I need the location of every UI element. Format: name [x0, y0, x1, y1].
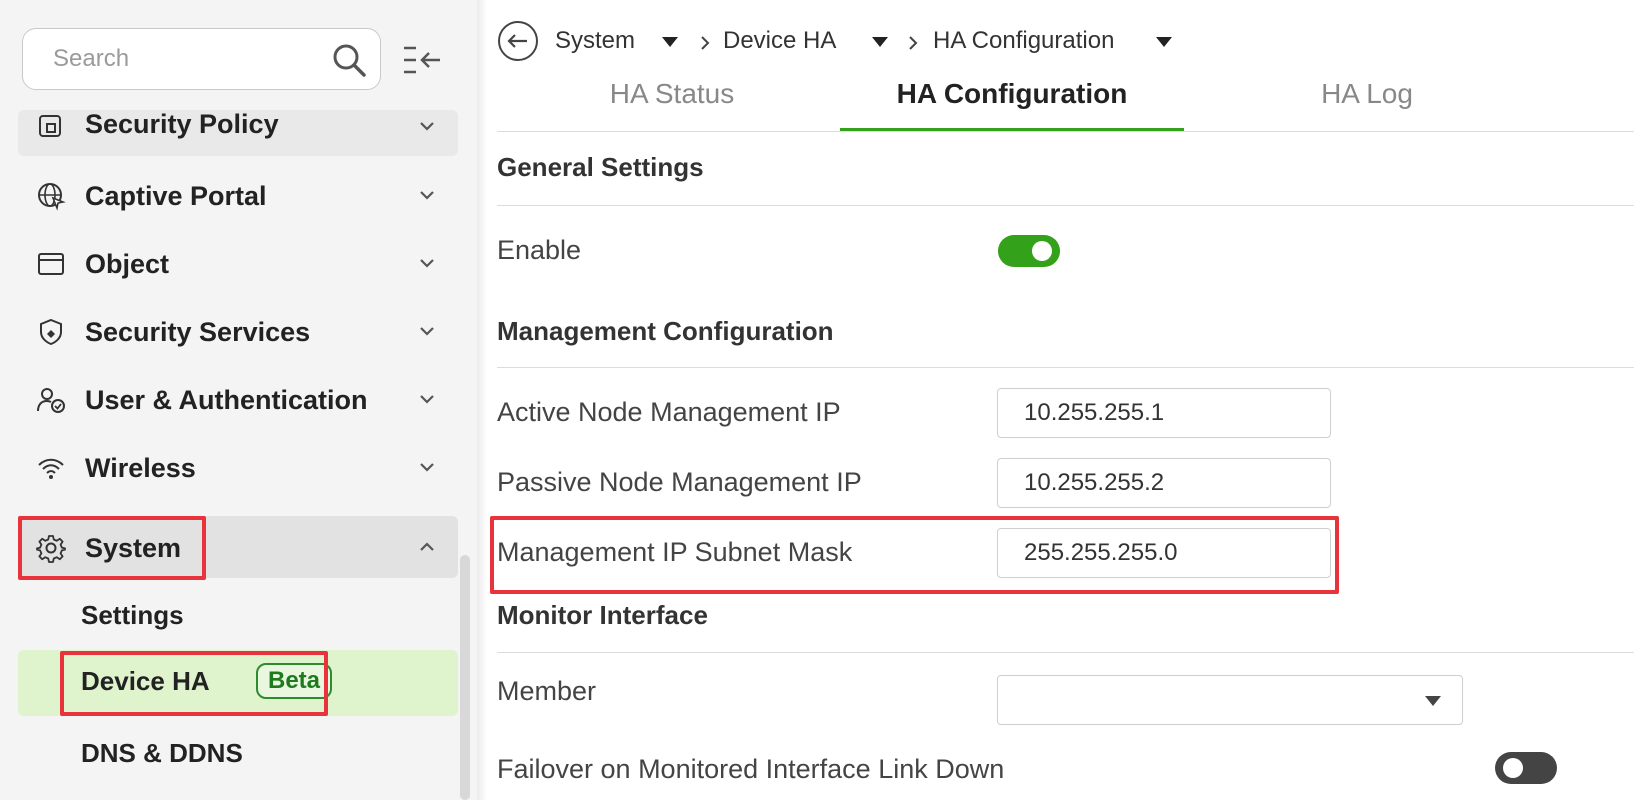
sidebar-item-user-authentication[interactable]: User & Authentication — [18, 370, 458, 428]
tab-ha-configuration[interactable]: HA Configuration — [840, 76, 1184, 132]
shield-icon — [40, 318, 62, 346]
toggle-knob — [1503, 758, 1523, 778]
chevron-right-icon — [701, 36, 710, 50]
sidebar-subitem-label: DNS & DDNS — [81, 738, 243, 768]
sidebar-shadow — [477, 0, 487, 800]
search-icon[interactable] — [330, 41, 368, 79]
main-content: System Device HA HA Configuration HA Sta… — [487, 0, 1634, 800]
section-title-general-settings: General Settings — [497, 152, 704, 182]
sidebar-subitem-dns-ddns[interactable]: DNS & DDNS — [18, 720, 458, 786]
chevron-down-icon — [420, 122, 434, 131]
member-select[interactable] — [997, 675, 1463, 725]
section-title-monitor-interface: Monitor Interface — [497, 600, 708, 630]
caret-down-icon[interactable] — [1155, 36, 1173, 48]
breadcrumb-system[interactable]: System — [555, 27, 635, 55]
sidebar-item-label: System — [85, 533, 182, 563]
chevron-down-icon — [420, 463, 434, 472]
section-divider — [497, 205, 1634, 206]
search-box[interactable] — [22, 28, 381, 90]
sidebar-item-label: User & Authentication — [85, 385, 368, 415]
sidebar-subitem-label: Device HA — [81, 666, 210, 696]
gear-icon — [36, 535, 66, 563]
sidebar-item-security-services[interactable]: Security Services — [18, 302, 458, 360]
caret-down-icon — [1425, 696, 1441, 706]
user-icon — [37, 388, 65, 413]
chevron-down-icon — [420, 259, 434, 268]
section-divider — [497, 652, 1634, 653]
sidebar-item-label: Captive Portal — [85, 181, 267, 211]
sidebar-scrollbar[interactable] — [460, 555, 470, 800]
sidebar-item-system[interactable]: System — [18, 516, 458, 578]
sidebar-subitem-settings[interactable]: Settings — [18, 581, 458, 647]
security-policy-icon — [39, 115, 61, 137]
sidebar-subitem-label: Settings — [81, 600, 184, 630]
passive-ip-label: Passive Node Management IP — [497, 467, 862, 497]
wifi-icon — [38, 458, 64, 479]
chevron-right-icon — [909, 36, 918, 50]
subnet-mask-input[interactable] — [997, 528, 1331, 578]
tabs-divider — [497, 131, 1634, 132]
object-icon — [38, 253, 64, 275]
failover-toggle[interactable] — [1495, 752, 1557, 784]
section-divider — [497, 367, 1634, 368]
tab-ha-log[interactable]: HA Log — [1247, 76, 1487, 132]
active-ip-input[interactable] — [997, 388, 1331, 438]
beta-badge: Beta — [256, 663, 333, 699]
active-ip-label: Active Node Management IP — [497, 397, 841, 427]
subnet-mask-label: Management IP Subnet Mask — [497, 537, 853, 567]
sidebar-item-label: Wireless — [85, 453, 196, 483]
sidebar-item-label: Security Services — [85, 317, 311, 347]
failover-label: Failover on Monitored Interface Link Dow… — [497, 754, 1005, 784]
chevron-up-icon — [420, 542, 434, 551]
tab-ha-status[interactable]: HA Status — [557, 76, 787, 132]
chevron-down-icon — [420, 327, 434, 336]
search-input[interactable] — [53, 45, 333, 73]
sidebar-item-security-policy[interactable]: Security Policy — [18, 110, 458, 156]
sidebar-item-label: Object — [85, 249, 170, 279]
captive-portal-icon — [38, 183, 66, 211]
enable-label: Enable — [497, 235, 582, 265]
chevron-down-icon — [420, 395, 434, 404]
collapse-sidebar-icon[interactable] — [402, 42, 442, 78]
caret-down-icon[interactable] — [871, 36, 889, 48]
section-title-management-configuration: Management Configuration — [497, 316, 834, 346]
chevron-down-icon — [420, 191, 434, 200]
sidebar-item-wireless[interactable]: Wireless — [18, 438, 458, 496]
enable-toggle[interactable] — [998, 235, 1060, 267]
toggle-knob — [1032, 241, 1052, 261]
member-label: Member — [497, 676, 597, 706]
passive-ip-input[interactable] — [997, 458, 1331, 508]
sidebar-item-label: Security Policy — [85, 110, 279, 139]
breadcrumb-ha-configuration[interactable]: HA Configuration — [933, 27, 1114, 55]
sidebar-subitem-device-ha[interactable]: Device HA Beta — [18, 650, 458, 716]
sidebar-item-object[interactable]: Object — [18, 234, 458, 292]
back-arrow-icon[interactable] — [497, 20, 539, 62]
caret-down-icon[interactable] — [661, 36, 679, 48]
sidebar-item-captive-portal[interactable]: Captive Portal — [18, 166, 458, 224]
breadcrumb-device-ha[interactable]: Device HA — [723, 27, 836, 55]
sidebar: Security Policy Captive Portal Object Se… — [0, 0, 477, 800]
